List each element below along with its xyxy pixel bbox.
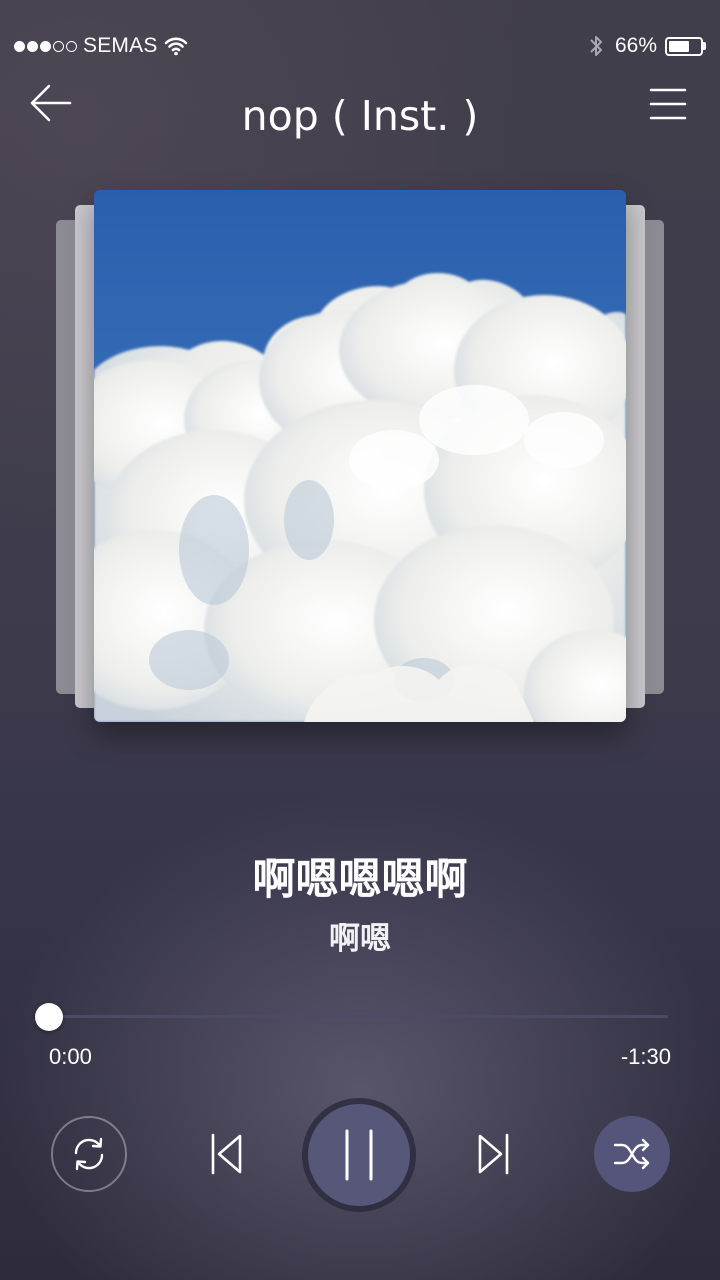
repeat-icon xyxy=(74,1137,104,1171)
battery-cap xyxy=(703,42,706,50)
wifi-icon xyxy=(164,36,188,56)
signal-dot xyxy=(27,40,38,52)
battery-fill xyxy=(669,40,689,52)
current-time: 0:00 xyxy=(49,1044,92,1069)
signal-strength-icon xyxy=(14,40,77,52)
signal-dot xyxy=(53,40,64,52)
progress-thumb[interactable] xyxy=(35,1003,63,1031)
arrow-left-icon xyxy=(30,84,72,122)
battery-icon xyxy=(665,36,706,56)
hamburger-menu-icon xyxy=(649,88,687,120)
battery-body xyxy=(665,36,703,56)
shuffle-button[interactable] xyxy=(594,1116,670,1192)
pause-button[interactable] xyxy=(308,1104,410,1206)
page-title: nop ( Inst. ) xyxy=(241,92,479,140)
signal-dot xyxy=(14,40,25,52)
status-bar-right: 66% xyxy=(589,33,706,59)
signal-dot xyxy=(66,40,77,52)
next-track-button[interactable] xyxy=(466,1124,522,1184)
remaining-time: -1:30 xyxy=(620,1044,671,1069)
bluetooth-icon xyxy=(589,34,603,58)
carrier-name: SEMAS xyxy=(83,34,158,57)
pause-icon xyxy=(345,1129,373,1181)
repeat-button[interactable] xyxy=(51,1116,127,1192)
battery-percent: 66% xyxy=(614,34,657,57)
shuffle-icon xyxy=(613,1138,650,1170)
back-button[interactable] xyxy=(28,80,74,126)
progress-track[interactable] xyxy=(48,1015,668,1018)
song-title: 啊嗯嗯嗯啊 xyxy=(252,855,468,905)
signal-dot xyxy=(40,40,51,52)
song-artist: 啊嗯 xyxy=(329,921,391,957)
menu-button[interactable] xyxy=(648,84,688,124)
status-bar-left: SEMAS xyxy=(14,33,188,59)
album-cover-image xyxy=(94,190,626,722)
previous-track-button[interactable] xyxy=(198,1124,254,1184)
skip-next-icon xyxy=(478,1133,509,1175)
album-cover[interactable] xyxy=(94,190,626,722)
skip-previous-icon xyxy=(211,1133,242,1175)
